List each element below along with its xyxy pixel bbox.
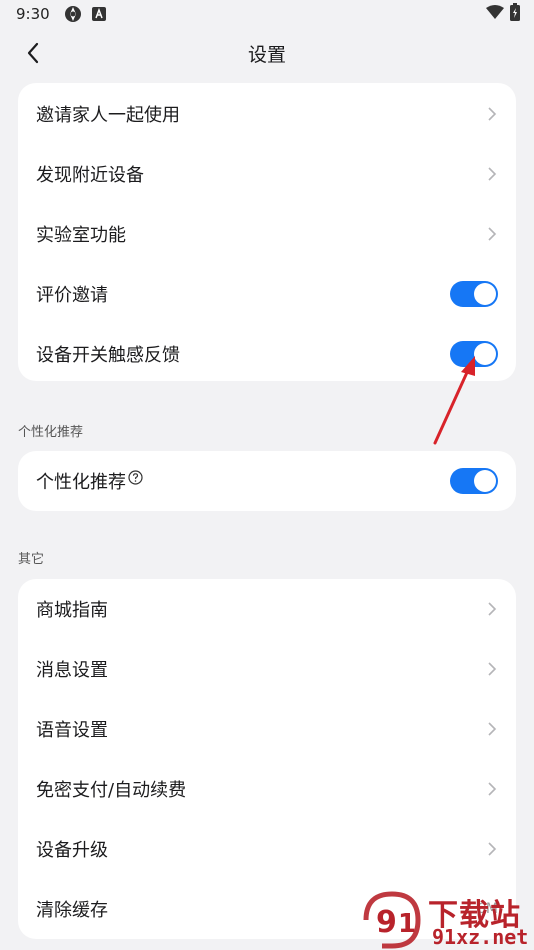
status-right — [486, 3, 520, 25]
settings-card-other: 商城指南 消息设置 语音设置 免密支付/自动续费 设备升级 清除缓存 7.6M — [18, 579, 516, 939]
haptic-feedback-toggle[interactable] — [450, 341, 498, 367]
row-label: 评价邀请 — [36, 285, 108, 306]
row-label: 消息设置 — [36, 660, 108, 681]
watermark-logo-icon: 9 1 — [363, 891, 421, 949]
row-label: 商城指南 — [36, 600, 108, 621]
row-label: 邀请家人一起使用 — [36, 104, 180, 126]
row-label: 设备升级 — [36, 840, 108, 861]
aperture-icon — [64, 5, 82, 23]
chevron-right-icon — [488, 227, 497, 241]
row-discover-devices[interactable]: 发现附近设备 — [18, 144, 516, 204]
row-message-settings[interactable]: 消息设置 — [18, 639, 516, 699]
svg-text:1: 1 — [398, 909, 416, 939]
page-title: 设置 — [247, 43, 286, 66]
question-circle-icon[interactable] — [128, 469, 143, 485]
row-device-upgrade[interactable]: 设备升级 — [18, 819, 516, 879]
settings-card-personalized: 个性化推荐 — [18, 451, 516, 511]
row-mall-guide[interactable]: 商城指南 — [18, 579, 516, 639]
row-label: 个性化推荐 — [36, 472, 126, 493]
toggle-knob — [474, 470, 496, 492]
chevron-right-icon — [488, 842, 497, 856]
a-box-icon — [91, 7, 106, 21]
toggle-knob — [474, 283, 496, 305]
battery-icon — [510, 3, 520, 25]
row-lab-features[interactable]: 实验室功能 — [18, 204, 516, 264]
row-haptic-feedback: 设备开关触感反馈 — [18, 324, 516, 381]
back-button[interactable] — [18, 38, 48, 68]
status-time: 9:30 — [16, 5, 50, 23]
row-label: 发现附近设备 — [36, 165, 144, 186]
row-label: 清除缓存 — [36, 900, 108, 921]
wifi-icon — [486, 5, 504, 23]
chevron-left-icon — [27, 42, 39, 64]
chevron-right-icon — [488, 106, 497, 121]
chevron-right-icon — [488, 782, 497, 796]
row-label: 设备开关触感反馈 — [36, 345, 180, 366]
chevron-right-icon — [488, 167, 497, 181]
rating-invite-toggle[interactable] — [450, 281, 498, 307]
settings-card-general: 邀请家人一起使用 发现附近设备 实验室功能 评价邀请 设备开关触感反馈 — [18, 83, 516, 381]
section-header-other: 其它 — [18, 552, 45, 567]
status-bar: 9:30 — [0, 0, 534, 28]
row-label: 实验室功能 — [36, 225, 126, 246]
personalized-recommend-toggle[interactable] — [450, 468, 498, 494]
row-voice-settings[interactable]: 语音设置 — [18, 699, 516, 759]
chevron-right-icon — [488, 602, 497, 616]
chevron-right-icon — [488, 662, 497, 676]
row-label: 免密支付/自动续费 — [36, 780, 187, 801]
section-header-personalized: 个性化推荐 — [18, 425, 84, 440]
row-password-free-payment[interactable]: 免密支付/自动续费 — [18, 759, 516, 819]
row-invite-family[interactable]: 邀请家人一起使用 — [18, 83, 516, 144]
row-personalized-recommend: 个性化推荐 — [18, 451, 516, 511]
chevron-right-icon — [488, 722, 497, 736]
watermark-brand-bottom: 91xz.net — [432, 925, 529, 949]
row-rating-invite: 评价邀请 — [18, 264, 516, 324]
toggle-knob — [474, 343, 496, 365]
row-label: 语音设置 — [36, 720, 108, 741]
header: 设置 — [0, 28, 534, 78]
svg-text:9: 9 — [376, 905, 397, 940]
